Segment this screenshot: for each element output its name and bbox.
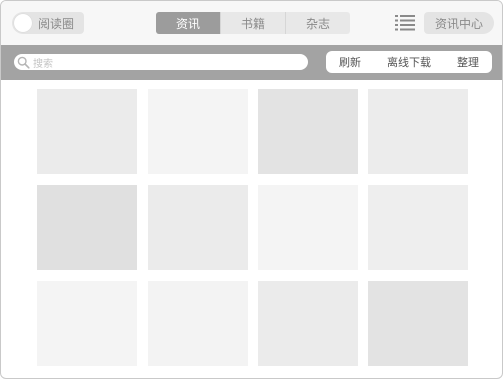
content-tile[interactable] xyxy=(37,89,137,174)
organize-button[interactable]: 整理 xyxy=(457,54,479,70)
search-icon xyxy=(17,56,30,69)
content-tile[interactable] xyxy=(258,185,358,270)
content-tile[interactable] xyxy=(368,89,468,174)
content-tile[interactable] xyxy=(368,185,468,270)
refresh-button[interactable]: 刷新 xyxy=(339,54,361,70)
list-menu-icon[interactable] xyxy=(395,14,415,31)
offline-download-button[interactable]: 离线下载 xyxy=(387,54,431,70)
content-tile[interactable] xyxy=(258,281,358,366)
reading-circle-button[interactable]: 阅读圈 xyxy=(12,12,84,34)
top-bar: 阅读圈 资讯 书籍 杂志 资讯中心 xyxy=(1,1,502,45)
circle-icon xyxy=(14,14,32,32)
reading-circle-label: 阅读圈 xyxy=(38,16,75,31)
tab-magazines[interactable]: 杂志 xyxy=(286,12,350,34)
content-tile[interactable] xyxy=(148,89,248,174)
category-tabs: 资讯 书籍 杂志 xyxy=(156,12,350,34)
app-window: 阅读圈 资讯 书籍 杂志 资讯中心 搜索 刷新 离线下载 整理 xyxy=(0,0,503,379)
content-tile[interactable] xyxy=(258,89,358,174)
content-tile[interactable] xyxy=(368,281,468,366)
content-tile[interactable] xyxy=(148,185,248,270)
search-input[interactable]: 搜索 xyxy=(14,54,308,70)
tab-books[interactable]: 书籍 xyxy=(221,12,286,34)
content-tile[interactable] xyxy=(148,281,248,366)
tab-news[interactable]: 资讯 xyxy=(156,12,221,34)
action-group: 刷新 离线下载 整理 xyxy=(326,51,492,73)
info-center-button[interactable]: 资讯中心 xyxy=(424,12,494,34)
content-tile[interactable] xyxy=(37,281,137,366)
content-tile[interactable] xyxy=(37,185,137,270)
search-placeholder: 搜索 xyxy=(33,58,53,70)
search-toolbar: 搜索 刷新 离线下载 整理 xyxy=(1,45,502,80)
